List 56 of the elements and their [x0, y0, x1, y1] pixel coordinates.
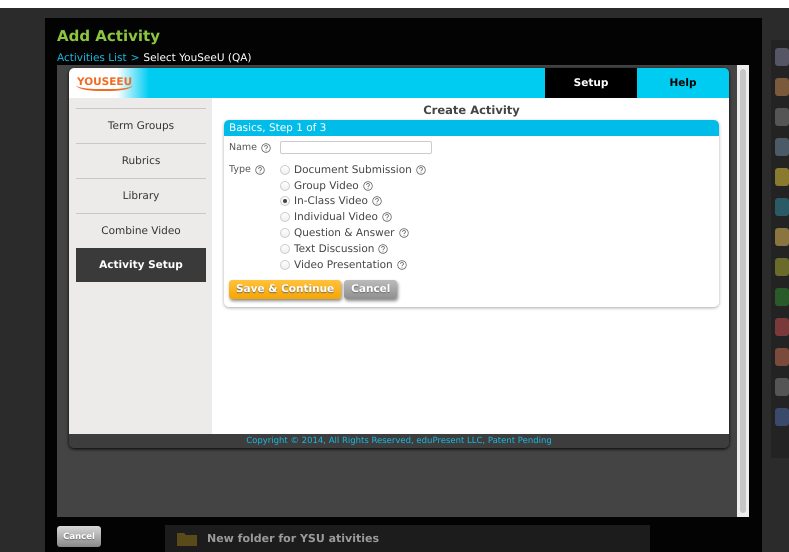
- folder-name: New folder for YSU ativities: [207, 532, 380, 545]
- breadcrumb-current: Select YouSeeU (QA): [143, 52, 252, 64]
- app-icon[interactable]: [775, 318, 789, 336]
- option-label[interactable]: In-Class Video: [294, 195, 368, 208]
- help-icon[interactable]: [396, 260, 407, 270]
- app-icon[interactable]: [775, 168, 789, 186]
- option-label[interactable]: Group Video: [294, 180, 359, 192]
- folder-icon: [177, 531, 197, 546]
- field-label: Name: [229, 142, 258, 153]
- option-label[interactable]: Video Presentation: [294, 258, 393, 271]
- app-icon[interactable]: [775, 288, 789, 306]
- radio-button[interactable]: [280, 164, 290, 175]
- folder-row[interactable]: New folder for YSU ativities: [165, 525, 650, 552]
- panel-title: Basics, Step 1 of 3: [224, 120, 719, 136]
- app-icon[interactable]: [775, 198, 789, 216]
- help-icon[interactable]: [362, 180, 373, 191]
- help-icon[interactable]: [382, 212, 392, 222]
- app-icon[interactable]: [775, 378, 789, 396]
- radio-button[interactable]: [280, 196, 290, 206]
- page-heading: Create Activity: [422, 102, 521, 119]
- app-icon[interactable]: [775, 108, 789, 126]
- app-icon[interactable]: [775, 348, 789, 366]
- option-label[interactable]: Text Discussion: [294, 242, 374, 255]
- radio-button[interactable]: [280, 180, 290, 191]
- field-label: Type: [229, 164, 251, 176]
- sidebar-item[interactable]: Activity Setup: [76, 248, 206, 282]
- sidebar-item[interactable]: Term Groups: [76, 108, 206, 143]
- option-label[interactable]: Document Submission: [294, 164, 412, 176]
- app-icon[interactable]: [775, 258, 789, 276]
- help-icon[interactable]: [261, 142, 272, 152]
- help-icon[interactable]: [372, 196, 382, 206]
- radio-button[interactable]: [280, 244, 290, 254]
- dialog-title: Add Activity: [57, 26, 161, 47]
- radio-button[interactable]: [280, 212, 290, 222]
- radio-button[interactable]: [280, 228, 290, 238]
- app-icon[interactable]: [775, 78, 789, 96]
- logo: YOUSEEU: [76, 76, 134, 90]
- breadcrumb-link[interactable]: Activities List: [57, 52, 127, 64]
- name-field[interactable]: [280, 141, 432, 154]
- help-icon[interactable]: [416, 164, 426, 175]
- breadcrumb-separator: >: [130, 52, 140, 64]
- scrollbar[interactable]: [737, 65, 749, 517]
- option-label[interactable]: Individual Video: [294, 211, 378, 224]
- app-icon[interactable]: [775, 228, 789, 246]
- radio-button[interactable]: [280, 260, 290, 270]
- app-icon[interactable]: [775, 408, 789, 426]
- app-icon[interactable]: [775, 138, 789, 156]
- help-icon[interactable]: [254, 164, 265, 175]
- app-icon[interactable]: [775, 48, 789, 66]
- help-icon[interactable]: [378, 244, 388, 254]
- copyright-footer: Copyright © 2014, All Rights Reserved, eduPresent LLC, Patent Pending: [69, 434, 729, 448]
- option-label[interactable]: Question & Answer: [294, 227, 394, 240]
- sidebar-item[interactable]: Library: [76, 178, 206, 213]
- help-icon[interactable]: [398, 228, 408, 238]
- nav-tab[interactable]: Setup: [545, 68, 637, 98]
- sidebar-item[interactable]: Rubrics: [76, 143, 206, 178]
